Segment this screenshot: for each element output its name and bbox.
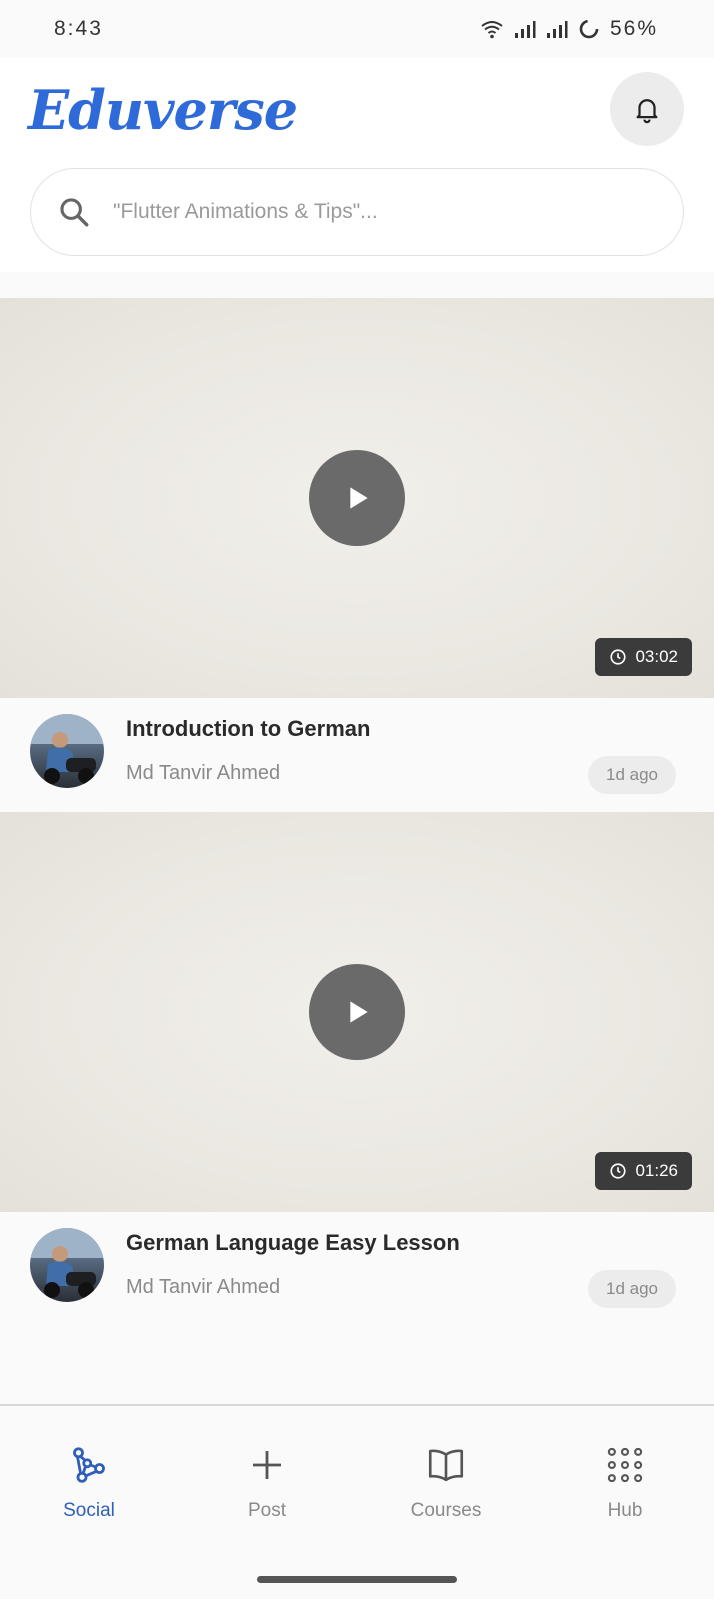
signal-icon bbox=[514, 21, 536, 38]
nav-post[interactable]: Post bbox=[197, 1444, 337, 1522]
bell-icon bbox=[636, 99, 658, 124]
play-icon bbox=[350, 487, 368, 509]
app-logo: Eduverse bbox=[28, 78, 298, 142]
book-icon bbox=[428, 1449, 464, 1482]
duration-badge: 01:26 bbox=[595, 1152, 692, 1190]
clock-icon bbox=[610, 1163, 627, 1179]
duration-text: 01:26 bbox=[635, 1161, 678, 1180]
avatar[interactable] bbox=[30, 1228, 104, 1302]
clock-icon bbox=[610, 649, 627, 665]
social-network-icon bbox=[73, 1447, 105, 1483]
battery-percent: 56% bbox=[609, 17, 658, 40]
nav-hub[interactable]: Hub bbox=[555, 1444, 695, 1522]
bottom-nav: Social Post Courses Hub bbox=[0, 1404, 714, 1599]
status-icons: 56% bbox=[480, 17, 658, 41]
time-ago-badge: 1d ago bbox=[588, 1270, 676, 1308]
avatar[interactable] bbox=[30, 714, 104, 788]
grid-dots-icon bbox=[607, 1447, 643, 1483]
search-icon bbox=[60, 198, 89, 227]
home-indicator[interactable] bbox=[257, 1576, 457, 1583]
video-thumbnail[interactable]: 01:26 bbox=[0, 812, 714, 1212]
video-meta[interactable]: German Language Easy Lesson Md Tanvir Ah… bbox=[0, 1212, 714, 1324]
nav-courses[interactable]: Courses bbox=[376, 1444, 516, 1522]
notifications-button[interactable] bbox=[610, 72, 684, 146]
nav-social[interactable]: Social bbox=[19, 1444, 159, 1522]
status-time: 8:43 bbox=[54, 17, 103, 40]
avatar-image bbox=[30, 1228, 104, 1298]
video-meta[interactable]: Introduction to German Md Tanvir Ahmed 1… bbox=[0, 698, 714, 810]
time-ago-badge: 1d ago bbox=[588, 756, 676, 794]
search-bar[interactable]: "Flutter Animations & Tips"... bbox=[30, 168, 684, 256]
app-header: Eduverse "Flutter Animations & Tips"... bbox=[0, 58, 714, 272]
plus-icon bbox=[253, 1451, 281, 1479]
nav-label: Hub bbox=[607, 1500, 643, 1521]
nav-label: Social bbox=[63, 1500, 115, 1521]
video-title[interactable]: German Language Easy Lesson bbox=[126, 1230, 460, 1256]
play-button[interactable] bbox=[309, 450, 405, 546]
video-thumbnail[interactable]: 03:02 bbox=[0, 298, 714, 698]
nav-label: Courses bbox=[410, 1500, 482, 1521]
play-icon bbox=[350, 1001, 368, 1023]
wifi-icon bbox=[481, 21, 503, 39]
signal-icon-2 bbox=[546, 21, 568, 38]
duration-text: 03:02 bbox=[635, 647, 678, 666]
status-bar: 8:43 56% bbox=[0, 0, 714, 58]
author-name[interactable]: Md Tanvir Ahmed bbox=[126, 762, 280, 785]
nav-label: Post bbox=[247, 1500, 287, 1521]
video-title[interactable]: Introduction to German bbox=[126, 716, 370, 742]
duration-badge: 03:02 bbox=[595, 638, 692, 676]
avatar-image bbox=[30, 714, 104, 784]
battery-saver-icon bbox=[579, 19, 599, 39]
author-name[interactable]: Md Tanvir Ahmed bbox=[126, 1276, 280, 1299]
search-input[interactable]: "Flutter Animations & Tips"... bbox=[113, 200, 378, 224]
play-button[interactable] bbox=[309, 964, 405, 1060]
